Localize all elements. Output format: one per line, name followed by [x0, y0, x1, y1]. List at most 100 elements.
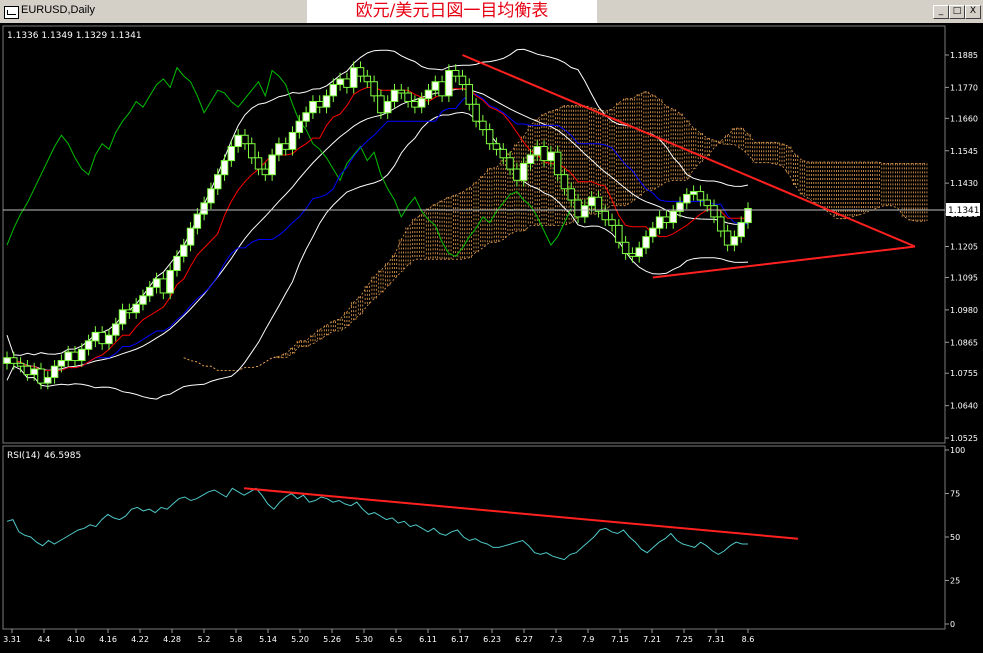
- candle-body: [268, 154, 276, 176]
- candle-body: [309, 100, 317, 114]
- candle-body: [315, 100, 324, 108]
- candle-body: [451, 69, 460, 77]
- candle-body: [669, 210, 677, 224]
- time-tick-label: 5.2: [198, 635, 211, 644]
- candle-body: [78, 348, 86, 362]
- candle-body: [336, 78, 344, 86]
- candle-body: [173, 255, 181, 271]
- candle-body: [431, 81, 440, 91]
- candle-body: [730, 236, 739, 246]
- candle-body: [295, 120, 304, 133]
- rsi-trendline: [243, 487, 799, 540]
- candle-body: [132, 303, 140, 314]
- candle-body: [193, 213, 202, 229]
- candle-body: [356, 67, 365, 77]
- candle-body: [98, 331, 106, 345]
- candle-body: [91, 331, 100, 342]
- candle-body: [553, 151, 562, 176]
- candle-body: [50, 365, 59, 378]
- candle-body: [635, 247, 643, 257]
- candle-body: [560, 174, 569, 190]
- price-tick-label: 1.1430: [950, 179, 978, 188]
- time-tick-label: 4.10: [67, 635, 85, 644]
- candle-body: [547, 151, 555, 162]
- rsi-tick-label: 50: [950, 533, 960, 542]
- price-tick-label: 1.0640: [950, 402, 978, 411]
- candle-body: [417, 98, 426, 108]
- candle-body: [628, 253, 637, 257]
- candle-body: [621, 241, 630, 255]
- candle-body: [465, 84, 474, 105]
- candle-body: [234, 134, 242, 148]
- minimize-button[interactable]: _: [933, 5, 949, 19]
- candle-body: [166, 269, 174, 294]
- candle-body: [139, 295, 147, 305]
- candle-body: [696, 191, 705, 201]
- candle-body: [649, 227, 657, 238]
- time-tick-label: 6.5: [390, 635, 403, 644]
- candle-body: [526, 154, 535, 164]
- candle-body: [519, 162, 528, 181]
- candle-body: [84, 340, 93, 350]
- time-tick-label: 6.27: [515, 635, 533, 644]
- candle-body: [710, 205, 718, 218]
- time-tick-label: 7.3: [550, 635, 563, 644]
- maximize-button[interactable]: □: [949, 5, 965, 19]
- candle-body: [281, 143, 290, 150]
- candle-body: [581, 205, 589, 218]
- candle-body: [390, 89, 399, 102]
- candle-body: [594, 196, 603, 212]
- candle-body: [479, 120, 487, 131]
- time-tick-label: 7.25: [675, 635, 693, 644]
- price-axis: 1.18851.17701.16601.15451.14301.13201.12…: [945, 51, 978, 443]
- price-tick-label: 1.1545: [950, 147, 978, 156]
- time-axis: 3.31 4.4 4.10 4.16 4.22 4.28 5.2 5.8 5.14 5.20 5.2…: [3, 629, 754, 644]
- candle-body: [662, 216, 671, 224]
- candle-body: [247, 143, 256, 159]
- candle-body: [567, 188, 575, 201]
- candle-body: [377, 95, 385, 114]
- candle-body: [744, 207, 752, 224]
- chart-area[interactable]: 1.18851.17701.16601.15451.14301.13201.12…: [0, 23, 983, 649]
- close-button[interactable]: X: [965, 5, 981, 19]
- rsi-series: [6, 487, 799, 561]
- window-titlebar: EURUSD,Daily 欧元/美元日図一目均衡表 _ □ X: [0, 0, 983, 24]
- price-tick-label: 1.1660: [950, 114, 978, 123]
- candle-body: [424, 89, 433, 100]
- candle-body: [152, 278, 161, 288]
- candle-body: [288, 131, 297, 150]
- candle-body: [207, 188, 215, 204]
- candle-body: [737, 222, 745, 238]
- time-tick-label: 3.31: [3, 635, 21, 644]
- candle-body: [186, 227, 195, 246]
- time-tick-label: 4.22: [131, 635, 149, 644]
- candle-body: [213, 174, 222, 190]
- rsi-axis: 100 75 50 25 0: [945, 446, 965, 629]
- time-tick-label: 4.4: [38, 635, 51, 644]
- price-tick-label: 1.0525: [950, 434, 978, 443]
- candle-body: [689, 191, 698, 195]
- candle-body: [10, 357, 18, 364]
- candle-body: [112, 323, 120, 336]
- candle-body: [683, 193, 691, 204]
- candle-body: [513, 168, 521, 181]
- time-tick-label: 5.26: [323, 635, 341, 644]
- candle-body: [329, 84, 338, 97]
- candle-body: [64, 351, 72, 362]
- candle-body: [146, 286, 154, 297]
- candle-body: [485, 129, 494, 145]
- rsi-tick-label: 100: [950, 446, 965, 455]
- candle-body: [23, 365, 32, 376]
- price-tick-label: 1.1205: [950, 243, 978, 252]
- candle-body: [343, 78, 351, 88]
- candle-body: [118, 309, 127, 325]
- candle-body: [363, 75, 372, 83]
- rsi-tick-label: 25: [950, 577, 960, 586]
- candle-body: [411, 100, 419, 108]
- time-tick-label: 5.8: [230, 635, 243, 644]
- candle-body: [438, 81, 446, 97]
- chart-canvas[interactable]: 1.18851.17701.16601.15451.14301.13201.12…: [0, 23, 983, 649]
- candle-body: [16, 362, 25, 367]
- candle-body: [261, 168, 270, 176]
- time-tick-label: 7.31: [707, 635, 725, 644]
